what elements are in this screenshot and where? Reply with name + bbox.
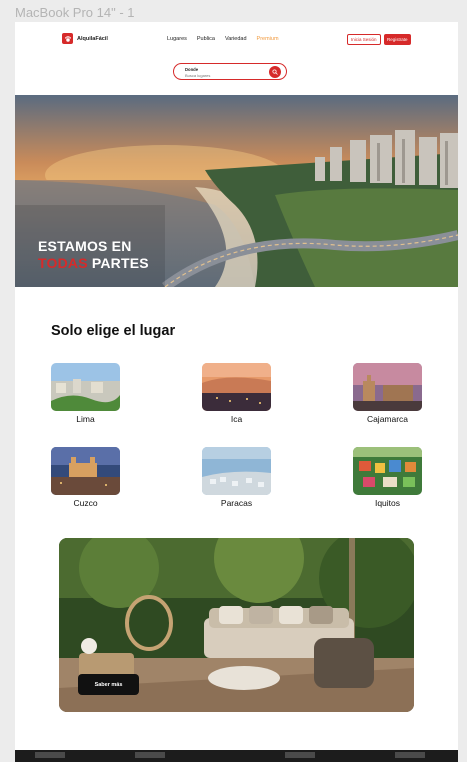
landing-page: AlquilaFácil Lugares Publica Variedad Pr… <box>15 22 458 762</box>
brand-name: AlquilaFácil <box>77 35 108 42</box>
learn-more-button[interactable]: Saber más <box>78 674 139 695</box>
place-image <box>353 363 422 411</box>
next-section-preview <box>15 750 458 762</box>
place-image <box>51 363 120 411</box>
search-button[interactable] <box>269 66 281 78</box>
place-name: Cuzco <box>73 498 98 508</box>
place-card-iquitos[interactable]: Iquitos <box>353 447 422 508</box>
place-name: Lima <box>76 414 95 424</box>
paw-icon <box>62 33 73 44</box>
search-input[interactable] <box>185 73 255 78</box>
frame-label: MacBook Pro 14" - 1 <box>15 5 135 20</box>
places-section-title: Solo elige el lugar <box>51 323 176 339</box>
hero-banner: ESTAMOS EN TODAS PARTES <box>15 95 458 287</box>
place-name: Ica <box>230 414 243 424</box>
place-image <box>353 447 422 495</box>
place-card-cuzco[interactable]: Cuzco <box>51 447 120 508</box>
hero-title: ESTAMOS EN TODAS PARTES <box>38 238 149 272</box>
promo-banner: Saber más <box>59 538 414 712</box>
register-button[interactable]: Registrate <box>384 34 411 45</box>
place-card-ica[interactable]: Ica <box>202 363 271 424</box>
place-card-paracas[interactable]: Paracas <box>202 447 271 508</box>
search-bar[interactable]: Donde <box>173 63 287 80</box>
place-card-cajamarca[interactable]: Cajamarca <box>353 363 422 424</box>
place-image <box>202 363 271 411</box>
login-button[interactable]: Inicia Sesión <box>347 34 381 45</box>
menu-item-lugares[interactable]: Lugares <box>167 36 187 42</box>
hero-title-line1: ESTAMOS EN <box>38 238 132 254</box>
place-card-lima[interactable]: Lima <box>51 363 120 424</box>
place-name: Cajamarca <box>366 414 409 424</box>
main-menu: Lugares Publica Variedad Premium <box>167 36 279 42</box>
menu-item-variedad[interactable]: Variedad <box>225 36 247 42</box>
menu-item-premium[interactable]: Premium <box>257 36 279 42</box>
place-name: Iquitos <box>374 498 401 508</box>
top-nav: AlquilaFácil Lugares Publica Variedad Pr… <box>15 22 458 56</box>
menu-item-publica[interactable]: Publica <box>197 36 215 42</box>
brand-logo[interactable]: AlquilaFácil <box>62 33 108 44</box>
hero-title-rest: PARTES <box>87 255 149 271</box>
place-name: Paracas <box>220 498 253 508</box>
hero-title-highlight: TODAS <box>38 255 88 271</box>
search-icon <box>272 69 278 75</box>
place-image <box>51 447 120 495</box>
place-image <box>202 447 271 495</box>
search-label: Donde <box>185 67 199 72</box>
hero-title-line2: TODAS PARTES <box>38 255 149 272</box>
